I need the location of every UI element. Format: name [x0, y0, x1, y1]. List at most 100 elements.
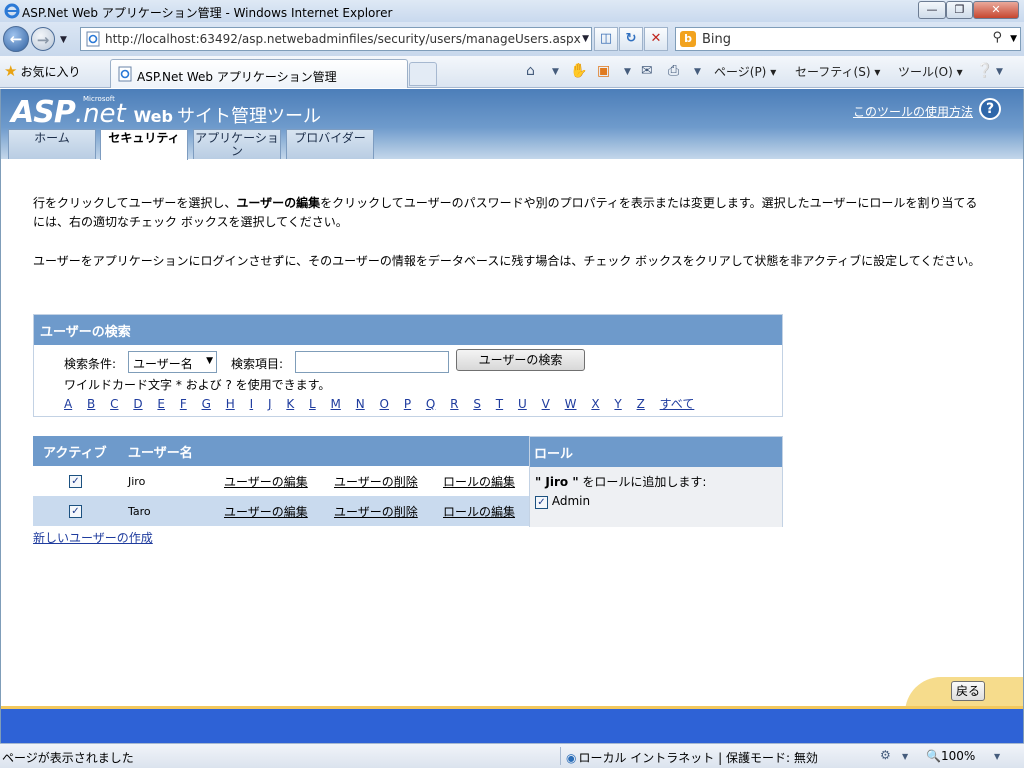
hand-icon[interactable]: ✋	[570, 63, 587, 79]
url-dropdown-icon[interactable]: ▼	[582, 34, 589, 44]
delete-cell: ユーザーの削除	[324, 496, 433, 526]
window-title: ASP.Net Web アプリケーション管理 - Windows Interne…	[22, 6, 393, 20]
favorites-bar: ★ お気に入り ASP.Net Web アプリケーション管理 ⌂ ▼ ✋ ▣ ▼ …	[0, 56, 1024, 88]
page-menu[interactable]: ページ(P) ▾	[714, 63, 776, 80]
letter-link[interactable]: T	[496, 397, 503, 411]
edit-user-link[interactable]: ユーザーの編集	[224, 475, 308, 489]
stop-icon[interactable]: ✕	[644, 27, 668, 51]
help-dropdown-icon[interactable]: ▼	[996, 67, 1003, 77]
help-link[interactable]: このツールの使用方法	[853, 103, 973, 120]
zoom-control[interactable]: 🔍100%	[926, 749, 975, 763]
role-checkbox[interactable]: ✓	[535, 496, 548, 509]
letter-link[interactable]: K	[286, 397, 294, 411]
add-roles-text: をロールに追加します:	[578, 475, 707, 489]
edit-roles-link[interactable]: ロールの編集	[443, 475, 515, 489]
letter-link[interactable]: B	[87, 397, 95, 411]
delete-user-link[interactable]: ユーザーの削除	[334, 475, 418, 489]
home-icon[interactable]: ⌂	[526, 63, 535, 79]
safety-menu-label: セーフティ(S)	[795, 65, 871, 79]
recent-pages-dropdown-icon[interactable]: ▼	[60, 35, 67, 45]
feeds-icon[interactable]: ▣	[597, 63, 610, 79]
letter-link[interactable]: E	[157, 397, 165, 411]
letter-link[interactable]: D	[133, 397, 142, 411]
search-item-input[interactable]	[295, 351, 449, 373]
letter-link[interactable]: Y	[614, 397, 621, 411]
refresh-icon[interactable]: ↻	[619, 27, 643, 51]
letter-link[interactable]: U	[518, 397, 527, 411]
active-checkbox[interactable]: ✓	[69, 505, 82, 518]
letter-link[interactable]: X	[591, 397, 599, 411]
letter-link[interactable]: R	[450, 397, 458, 411]
feeds-dropdown-icon[interactable]: ▼	[624, 67, 631, 77]
letter-link[interactable]: F	[180, 397, 187, 411]
letter-link[interactable]: V	[542, 397, 550, 411]
safety-menu[interactable]: セーフティ(S) ▾	[795, 63, 880, 80]
inactive-note: ユーザーをアプリケーションにログインさせずに、そのユーザーの情報をデータベースに…	[33, 254, 981, 268]
role-label: Admin	[551, 494, 591, 508]
edit-user-link[interactable]: ユーザーの編集	[224, 505, 308, 519]
mail-icon[interactable]: ✉	[641, 63, 653, 79]
print-dropdown-icon[interactable]: ▼	[694, 67, 701, 77]
delete-user-link[interactable]: ユーザーの削除	[334, 505, 418, 519]
address-field[interactable]: http://localhost:63492/asp.netwebadminfi…	[80, 27, 592, 51]
compatibility-view-icon[interactable]: ◫	[594, 27, 618, 51]
security-zone[interactable]: ◉ ローカル イントラネット | 保護モード: 無効	[566, 749, 818, 766]
back-button[interactable]: ←	[3, 26, 29, 52]
letter-link[interactable]: Z	[637, 397, 645, 411]
letter-link[interactable]: I	[250, 397, 254, 411]
letter-link[interactable]: S	[473, 397, 481, 411]
letter-link[interactable]: A	[64, 397, 72, 411]
letter-link[interactable]: M	[331, 397, 341, 411]
tab-home[interactable]: ホーム	[8, 129, 96, 159]
letter-link[interactable]: P	[404, 397, 411, 411]
active-checkbox[interactable]: ✓	[69, 475, 82, 488]
close-window-button[interactable]: ✕	[973, 1, 1019, 19]
new-tab-button[interactable]	[409, 62, 437, 86]
browser-tab[interactable]: ASP.Net Web アプリケーション管理	[110, 59, 408, 88]
home-dropdown-icon[interactable]: ▼	[552, 67, 559, 77]
logo-net: .net	[74, 99, 126, 129]
edit-roles-link[interactable]: ロールの編集	[443, 505, 515, 519]
letter-link[interactable]: H	[226, 397, 235, 411]
tab-security[interactable]: セキュリティ	[100, 129, 188, 160]
site-title: サイト管理ツール	[176, 106, 321, 127]
roles-cell: ロールの編集	[433, 466, 530, 496]
search-panel-header: ユーザーの検索	[34, 315, 782, 345]
zoom-dropdown-icon[interactable]: ▼	[994, 752, 1000, 761]
search-icon[interactable]: ⚲	[992, 30, 1002, 45]
letter-link[interactable]: Q	[426, 397, 435, 411]
protected-mode-icon[interactable]: ⚙	[880, 748, 891, 762]
print-icon[interactable]: ⎙	[668, 63, 679, 79]
create-user-link[interactable]: 新しいユーザーの作成	[33, 529, 153, 546]
back-page-button[interactable]: 戻る	[951, 681, 985, 701]
help-icon[interactable]: ?	[979, 98, 1001, 120]
role-item-admin[interactable]: ✓ Admin	[535, 494, 777, 509]
favorites-button[interactable]: ★ お気に入り	[4, 62, 80, 82]
search-input[interactable]: b Bing ⚲ ▼	[675, 27, 1021, 51]
tools-menu[interactable]: ツール(O) ▾	[898, 63, 963, 80]
search-options-dropdown-icon[interactable]: ▼	[1010, 34, 1017, 44]
minimize-button[interactable]: —	[918, 1, 946, 19]
maximize-button[interactable]: ❐	[946, 1, 973, 19]
all-letters-link[interactable]: すべて	[660, 397, 695, 411]
letter-link[interactable]: C	[110, 397, 118, 411]
letter-link[interactable]: O	[380, 397, 389, 411]
zone-dropdown-icon[interactable]: ▼	[902, 752, 908, 761]
tab-application[interactable]: アプリケーション	[193, 129, 281, 159]
table-row[interactable]: ✓ Jiro ユーザーの編集 ユーザーの削除 ロールの編集	[33, 466, 530, 496]
letter-link[interactable]: W	[565, 397, 577, 411]
search-users-button[interactable]: ユーザーの検索	[456, 349, 585, 371]
search-condition-select[interactable]: ユーザー名 ▼	[128, 351, 217, 373]
roles-panel-header: ロール	[530, 437, 782, 467]
help-menu-icon[interactable]: ❔	[976, 63, 993, 79]
tab-provider[interactable]: プロバイダー	[286, 129, 374, 159]
letter-link[interactable]: L	[309, 397, 316, 411]
letter-link[interactable]: G	[202, 397, 211, 411]
forward-button[interactable]: →	[31, 27, 55, 51]
table-row[interactable]: ✓ Taro ユーザーの編集 ユーザーの削除 ロールの編集	[33, 496, 530, 526]
selected-user: " Jiro "	[535, 475, 579, 489]
browser-tab-label: ASP.Net Web アプリケーション管理	[137, 70, 337, 84]
letter-link[interactable]: J	[268, 397, 272, 411]
users-table-header: アクティブ ユーザー名	[33, 436, 530, 466]
letter-link[interactable]: N	[356, 397, 365, 411]
